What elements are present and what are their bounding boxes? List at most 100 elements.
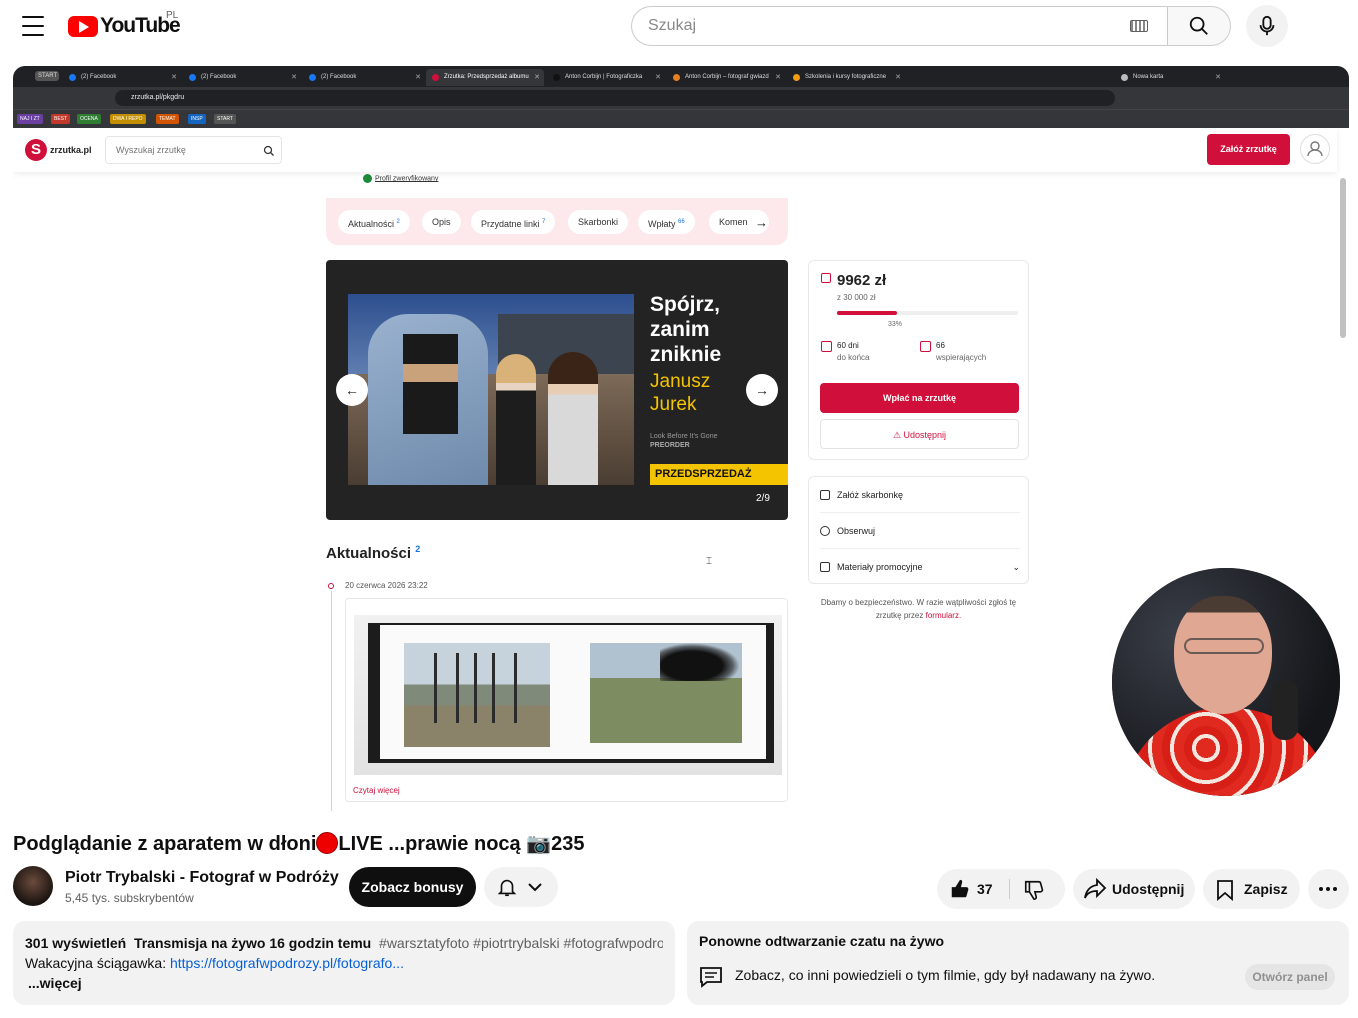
site-search-input[interactable] — [116, 137, 256, 163]
bookmarks-bar: NAJ I ZT BEST OCENA DWA I REPO TEMAT INS… — [13, 109, 1349, 128]
browser-tab[interactable]: (2) Facebook ✕ — [303, 69, 425, 86]
save-button[interactable]: Zapisz — [1203, 869, 1300, 909]
site-icon — [673, 74, 680, 81]
bookmark[interactable]: INSP — [188, 114, 206, 124]
webcam-overlay — [1112, 568, 1340, 796]
bookmark[interactable]: NAJ I ZT — [17, 114, 43, 124]
zrzutka-icon — [432, 74, 439, 81]
verified-profile-link[interactable]: Profil zweryfikowany — [363, 174, 438, 183]
share-button[interactable]: Udostępnij — [1073, 869, 1195, 909]
bonus-button[interactable]: Zobacz bonusy — [349, 867, 476, 907]
camera-emoji-icon: 📷 — [526, 833, 552, 855]
new-tab-icon — [1121, 74, 1128, 81]
preorder-banner: PRZEDSPRZEDAŻ — [650, 464, 788, 485]
site-search — [105, 136, 282, 164]
browser-tab[interactable]: Szkolenia i kursy fotograficzne ✕ — [787, 69, 905, 86]
slide-prev-button[interactable]: ← — [336, 374, 368, 406]
raised-amount: 9962 zł — [837, 272, 887, 289]
divider — [1009, 879, 1010, 899]
tab-przydatne-linki[interactable]: Przydatne linki 7 — [471, 210, 556, 234]
more-horizontal-icon — [1319, 887, 1337, 891]
close-icon[interactable]: ✕ — [415, 73, 421, 81]
bookmark[interactable]: DWA I REPO — [110, 114, 146, 124]
promo-materials-option[interactable]: Materiały promocyjne ⌄ — [820, 549, 1020, 585]
description-box[interactable]: 301 wyświetleń Transmisja na żywo 16 god… — [13, 921, 675, 1005]
fundraiser-card: 9962 zł z 30 000 zł 33% 60 dni do końca … — [808, 260, 1029, 460]
browser-tab[interactable]: Anton Corbijn | Fotograficzka ✕ — [547, 69, 665, 86]
arrow-right-icon[interactable]: → — [755, 215, 768, 230]
bookmark[interactable]: OCENA — [77, 114, 101, 124]
browser-toolbar: zrzutka.pl/pkgdru — [13, 87, 1349, 109]
voice-search-button[interactable] — [1246, 5, 1288, 47]
progress-percent: 33% — [888, 321, 903, 328]
donate-button[interactable]: Wpłać na zrzutkę — [820, 383, 1019, 413]
search-box — [631, 6, 1168, 46]
browser-tab[interactable]: (2) Facebook ✕ — [63, 69, 181, 86]
report-form-link[interactable]: formularz. — [926, 611, 962, 620]
close-icon[interactable]: ✕ — [534, 73, 540, 81]
more-actions-button[interactable] — [1308, 869, 1349, 909]
options-card: Załóż skarbonkę Obserwuj Materiały promo… — [808, 476, 1029, 584]
calendar-icon — [821, 341, 832, 352]
channel-name[interactable]: Piotr Trybalski - Fotograf w Podróży — [65, 869, 339, 887]
tab-aktualnosci[interactable]: Aktualności 2 — [338, 210, 410, 234]
bookmark[interactable]: START — [214, 114, 236, 124]
verified-check-icon — [363, 174, 372, 183]
browser-tab[interactable]: Anton Corbijn – fotograf gwiazd ✕ — [667, 69, 785, 86]
mouse-cursor-icon: ⌶ — [706, 556, 712, 567]
slide-author: Janusz Jurek — [650, 371, 711, 415]
tab-skarbonki[interactable]: Skarbonki — [568, 210, 629, 234]
browser-tab[interactable]: (2) Facebook ✕ — [183, 69, 301, 86]
progress-bar — [837, 311, 1018, 315]
description-link[interactable]: https://fotografwpodrozy.pl/fotografo... — [170, 955, 404, 971]
youtube-logo[interactable]: YouTube PL — [68, 10, 181, 38]
days-left: 60 dni do końca — [821, 340, 869, 364]
search-icon[interactable] — [263, 145, 275, 157]
thumbs-up-icon[interactable] — [949, 878, 971, 900]
user-account-icon[interactable] — [1300, 134, 1330, 164]
search-input[interactable] — [648, 7, 1128, 45]
tab-opis[interactable]: Opis — [422, 210, 461, 234]
notification-button[interactable] — [484, 867, 558, 907]
chat-replay-box: Ponowne odtwarzanie czatu na żywo Zobacz… — [687, 921, 1349, 1005]
follow-option[interactable]: Obserwuj — [820, 513, 1020, 549]
facebook-icon — [309, 74, 316, 81]
share-fundraiser-button[interactable]: ⚠ Udostępnij — [820, 419, 1019, 449]
gift-icon — [920, 341, 931, 352]
keyboard-icon[interactable] — [1130, 20, 1148, 32]
read-more-link[interactable]: Czytaj więcej — [353, 786, 400, 795]
address-bar[interactable]: zrzutka.pl/pkgdru — [115, 90, 1115, 106]
progress-fill — [837, 311, 897, 315]
megaphone-icon — [820, 562, 830, 572]
show-more-link[interactable]: ...więcej — [28, 973, 663, 993]
browser-tab[interactable]: START — [35, 71, 59, 81]
supporters-count: 66 wspierających — [920, 340, 986, 364]
close-icon[interactable]: ✕ — [291, 73, 297, 81]
close-icon[interactable]: ✕ — [655, 73, 661, 81]
bookmark[interactable]: BEST — [51, 114, 71, 124]
search-button[interactable] — [1167, 6, 1231, 46]
close-icon[interactable]: ✕ — [1215, 73, 1221, 81]
browser-tab-active[interactable]: Zrzutka: Przedsprzedaż albumu ✕ — [426, 69, 544, 86]
news-date: 20 czerwca 2026 23:22 — [345, 581, 428, 590]
description-line: Wakacyjna ściągawka: https://fotografwpo… — [25, 955, 404, 971]
bookmark[interactable]: TEMAT — [156, 114, 179, 124]
close-icon[interactable]: ✕ — [895, 73, 901, 81]
facebook-icon — [69, 74, 76, 81]
page-scrollbar[interactable] — [1340, 178, 1346, 338]
close-icon[interactable]: ✕ — [775, 73, 781, 81]
open-chat-panel-button[interactable]: Otwórz panel — [1245, 964, 1335, 990]
close-icon[interactable]: ✕ — [171, 73, 177, 81]
chevron-down-icon: ⌄ — [1012, 562, 1020, 572]
slide-next-button[interactable]: → — [746, 374, 778, 406]
site-header: S zrzutka.pl Załóż zrzutkę — [13, 128, 1337, 172]
channel-avatar[interactable] — [13, 866, 53, 906]
thumbs-down-icon[interactable] — [1023, 879, 1045, 901]
tab-wplaty[interactable]: Wpłaty 66 — [638, 210, 695, 234]
create-piggybank-option[interactable]: Załóż skarbonkę — [820, 477, 1020, 513]
slide-counter: 2/9 — [756, 493, 770, 504]
zrzutka-logo[interactable]: S zrzutka.pl — [25, 139, 92, 161]
browser-tab[interactable]: Nowa karta ✕ — [1115, 69, 1225, 86]
menu-icon[interactable] — [22, 16, 44, 36]
create-fundraiser-button[interactable]: Załóż zrzutkę — [1207, 134, 1290, 165]
